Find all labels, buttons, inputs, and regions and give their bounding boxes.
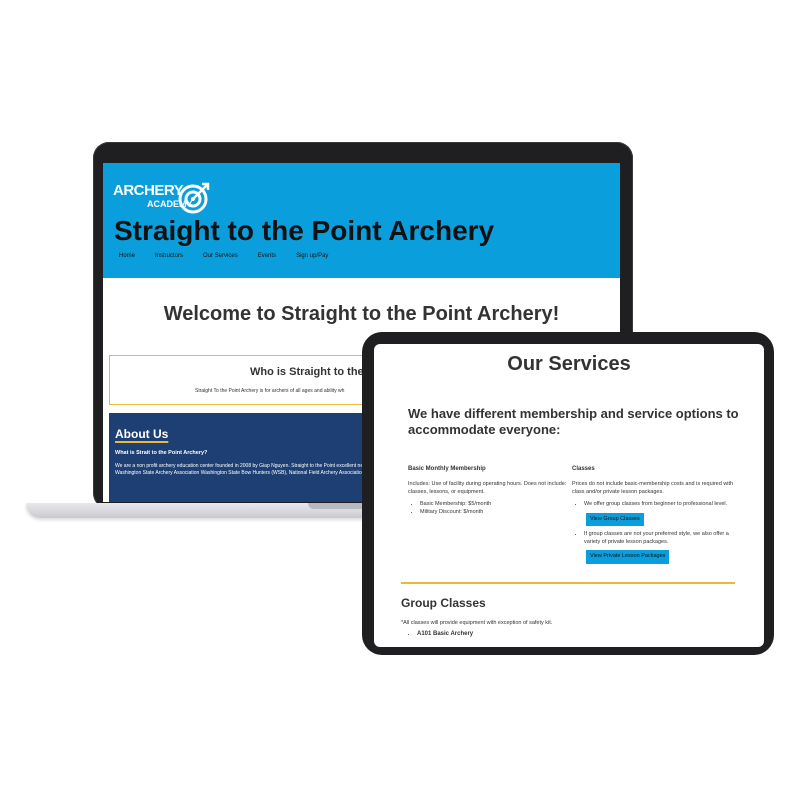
group-classes-text: We offer group classes from beginner to … xyxy=(584,501,728,507)
private-lessons-text: If group classes are not your preferred … xyxy=(584,531,729,545)
nav-instructors[interactable]: Instructors xyxy=(155,253,183,259)
nav-our-services[interactable]: Our Services xyxy=(203,253,238,259)
view-private-lessons-button[interactable]: View Private Lesson Packages xyxy=(586,550,670,564)
view-group-classes-button[interactable]: View Group Classes xyxy=(586,512,644,526)
section-divider xyxy=(401,582,735,584)
nav-events[interactable]: Events xyxy=(258,253,276,259)
logo-word-archery: ARCHERY xyxy=(113,182,184,199)
site-title: Straight to the Point Archery xyxy=(114,215,495,246)
classes-list: We offer group classes from beginner to … xyxy=(572,501,737,569)
group-classes-list: A101 Basic Archery xyxy=(401,631,473,637)
services-heading: Our Services xyxy=(507,353,631,375)
nav-home[interactable]: Home xyxy=(119,253,135,259)
list-item: If group classes are not your preferred … xyxy=(584,531,737,569)
archery-academy-logo[interactable]: ARCHERY ACADEMY xyxy=(113,176,213,218)
list-item: Basic Membership: $5/month xyxy=(420,501,573,509)
about-subheading: What is Strait to the Point Archery? xyxy=(115,450,208,456)
list-item: Military Discount: $/month xyxy=(420,509,573,517)
about-heading: About Us xyxy=(115,427,169,441)
who-heading: Who is Straight to the xyxy=(250,366,364,378)
classes-text: Prices do not include basic-membership c… xyxy=(572,481,734,495)
classes-heading: Classes xyxy=(572,466,595,472)
group-classes-note: *All classes will provide equipment with… xyxy=(401,620,553,626)
tablet-screen: Our Services We have different membershi… xyxy=(374,344,764,647)
membership-heading: Basic Monthly Membership xyxy=(408,466,486,472)
target-arrow-icon xyxy=(178,182,210,214)
list-item: We offer group classes from beginner to … xyxy=(584,501,737,531)
who-text: Straight To the Point Archery is for arc… xyxy=(195,388,345,394)
membership-list: Basic Membership: $5/month Military Disc… xyxy=(408,501,573,516)
membership-text: Includes: Use of facility during operati… xyxy=(408,481,567,495)
welcome-heading: Welcome to Straight to the Point Archery… xyxy=(163,303,560,325)
services-intro: We have different membership and service… xyxy=(408,406,739,437)
main-nav: Home Instructors Our Services Events Sig… xyxy=(119,253,348,259)
membership-column: Basic Monthly Membership Includes: Use o… xyxy=(408,466,573,516)
list-item: A101 Basic Archery xyxy=(417,631,473,637)
site-header: ARCHERY ACADEMY Straight to the Point Ar… xyxy=(103,163,620,278)
nav-sign-up-pay[interactable]: Sign up/Pay xyxy=(296,253,328,259)
group-classes-heading: Group Classes xyxy=(401,596,486,610)
classes-column: Classes Prices do not include basic-memb… xyxy=(572,466,737,569)
